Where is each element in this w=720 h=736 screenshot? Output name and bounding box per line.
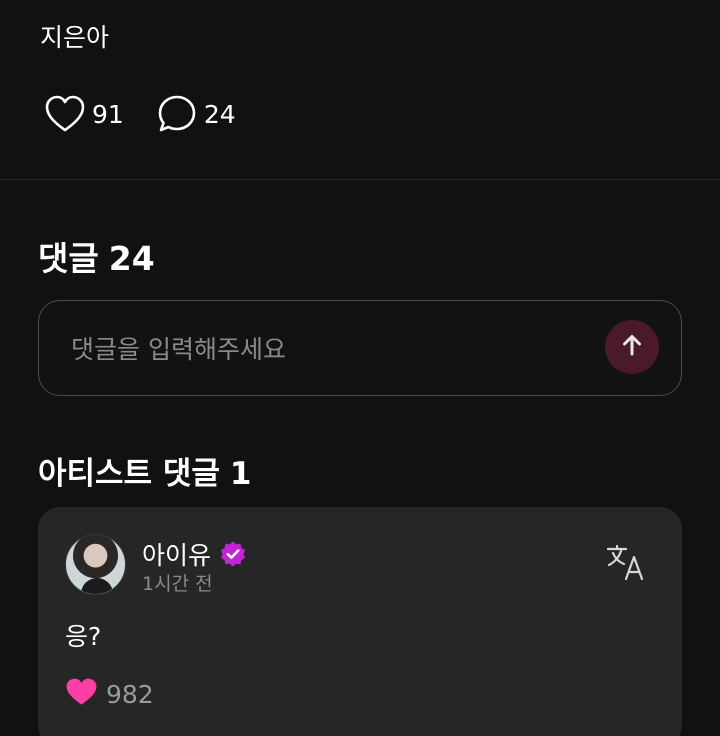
comment-text: 응?	[65, 622, 102, 651]
comment-like-button[interactable]: 982	[65, 677, 154, 711]
avatar[interactable]	[65, 534, 126, 595]
post-section: 지은아 91 24	[0, 0, 720, 180]
comment-count: 24	[203, 99, 236, 129]
artist-comment-card: 아이유 1시간 전 응? 982	[38, 507, 682, 736]
artist-comments-title: 아티스트 댓글 1	[38, 448, 262, 493]
translate-icon	[606, 544, 646, 587]
comment-button[interactable]: 24	[156, 94, 236, 134]
like-count: 91	[92, 99, 124, 129]
artist-comments-label: 아티스트 댓글	[38, 456, 220, 492]
verified-badge-icon	[219, 540, 247, 568]
comment-time: 1시간 전	[142, 573, 213, 595]
translate-button[interactable]	[606, 543, 646, 583]
comments-title: 댓글 24	[38, 232, 165, 280]
heart-outline-icon	[44, 94, 86, 134]
comments-label: 댓글	[38, 239, 99, 278]
arrow-up-icon	[619, 332, 645, 362]
author-row: 아이유	[142, 536, 247, 572]
comment-input[interactable]	[71, 325, 611, 373]
comments-total: 24	[108, 239, 155, 278]
post-text: 지은아	[40, 23, 110, 52]
comment-like-count: 982	[106, 679, 154, 709]
send-button[interactable]	[605, 320, 659, 374]
comment-input-box[interactable]	[38, 300, 682, 396]
artist-comments-count: 1	[229, 456, 252, 492]
like-button[interactable]: 91	[44, 94, 124, 134]
post-actions: 91 24	[44, 92, 268, 136]
heart-filled-icon	[65, 677, 98, 711]
author-name[interactable]: 아이유	[142, 536, 211, 572]
speech-bubble-icon	[156, 94, 198, 134]
section-divider	[0, 179, 720, 180]
